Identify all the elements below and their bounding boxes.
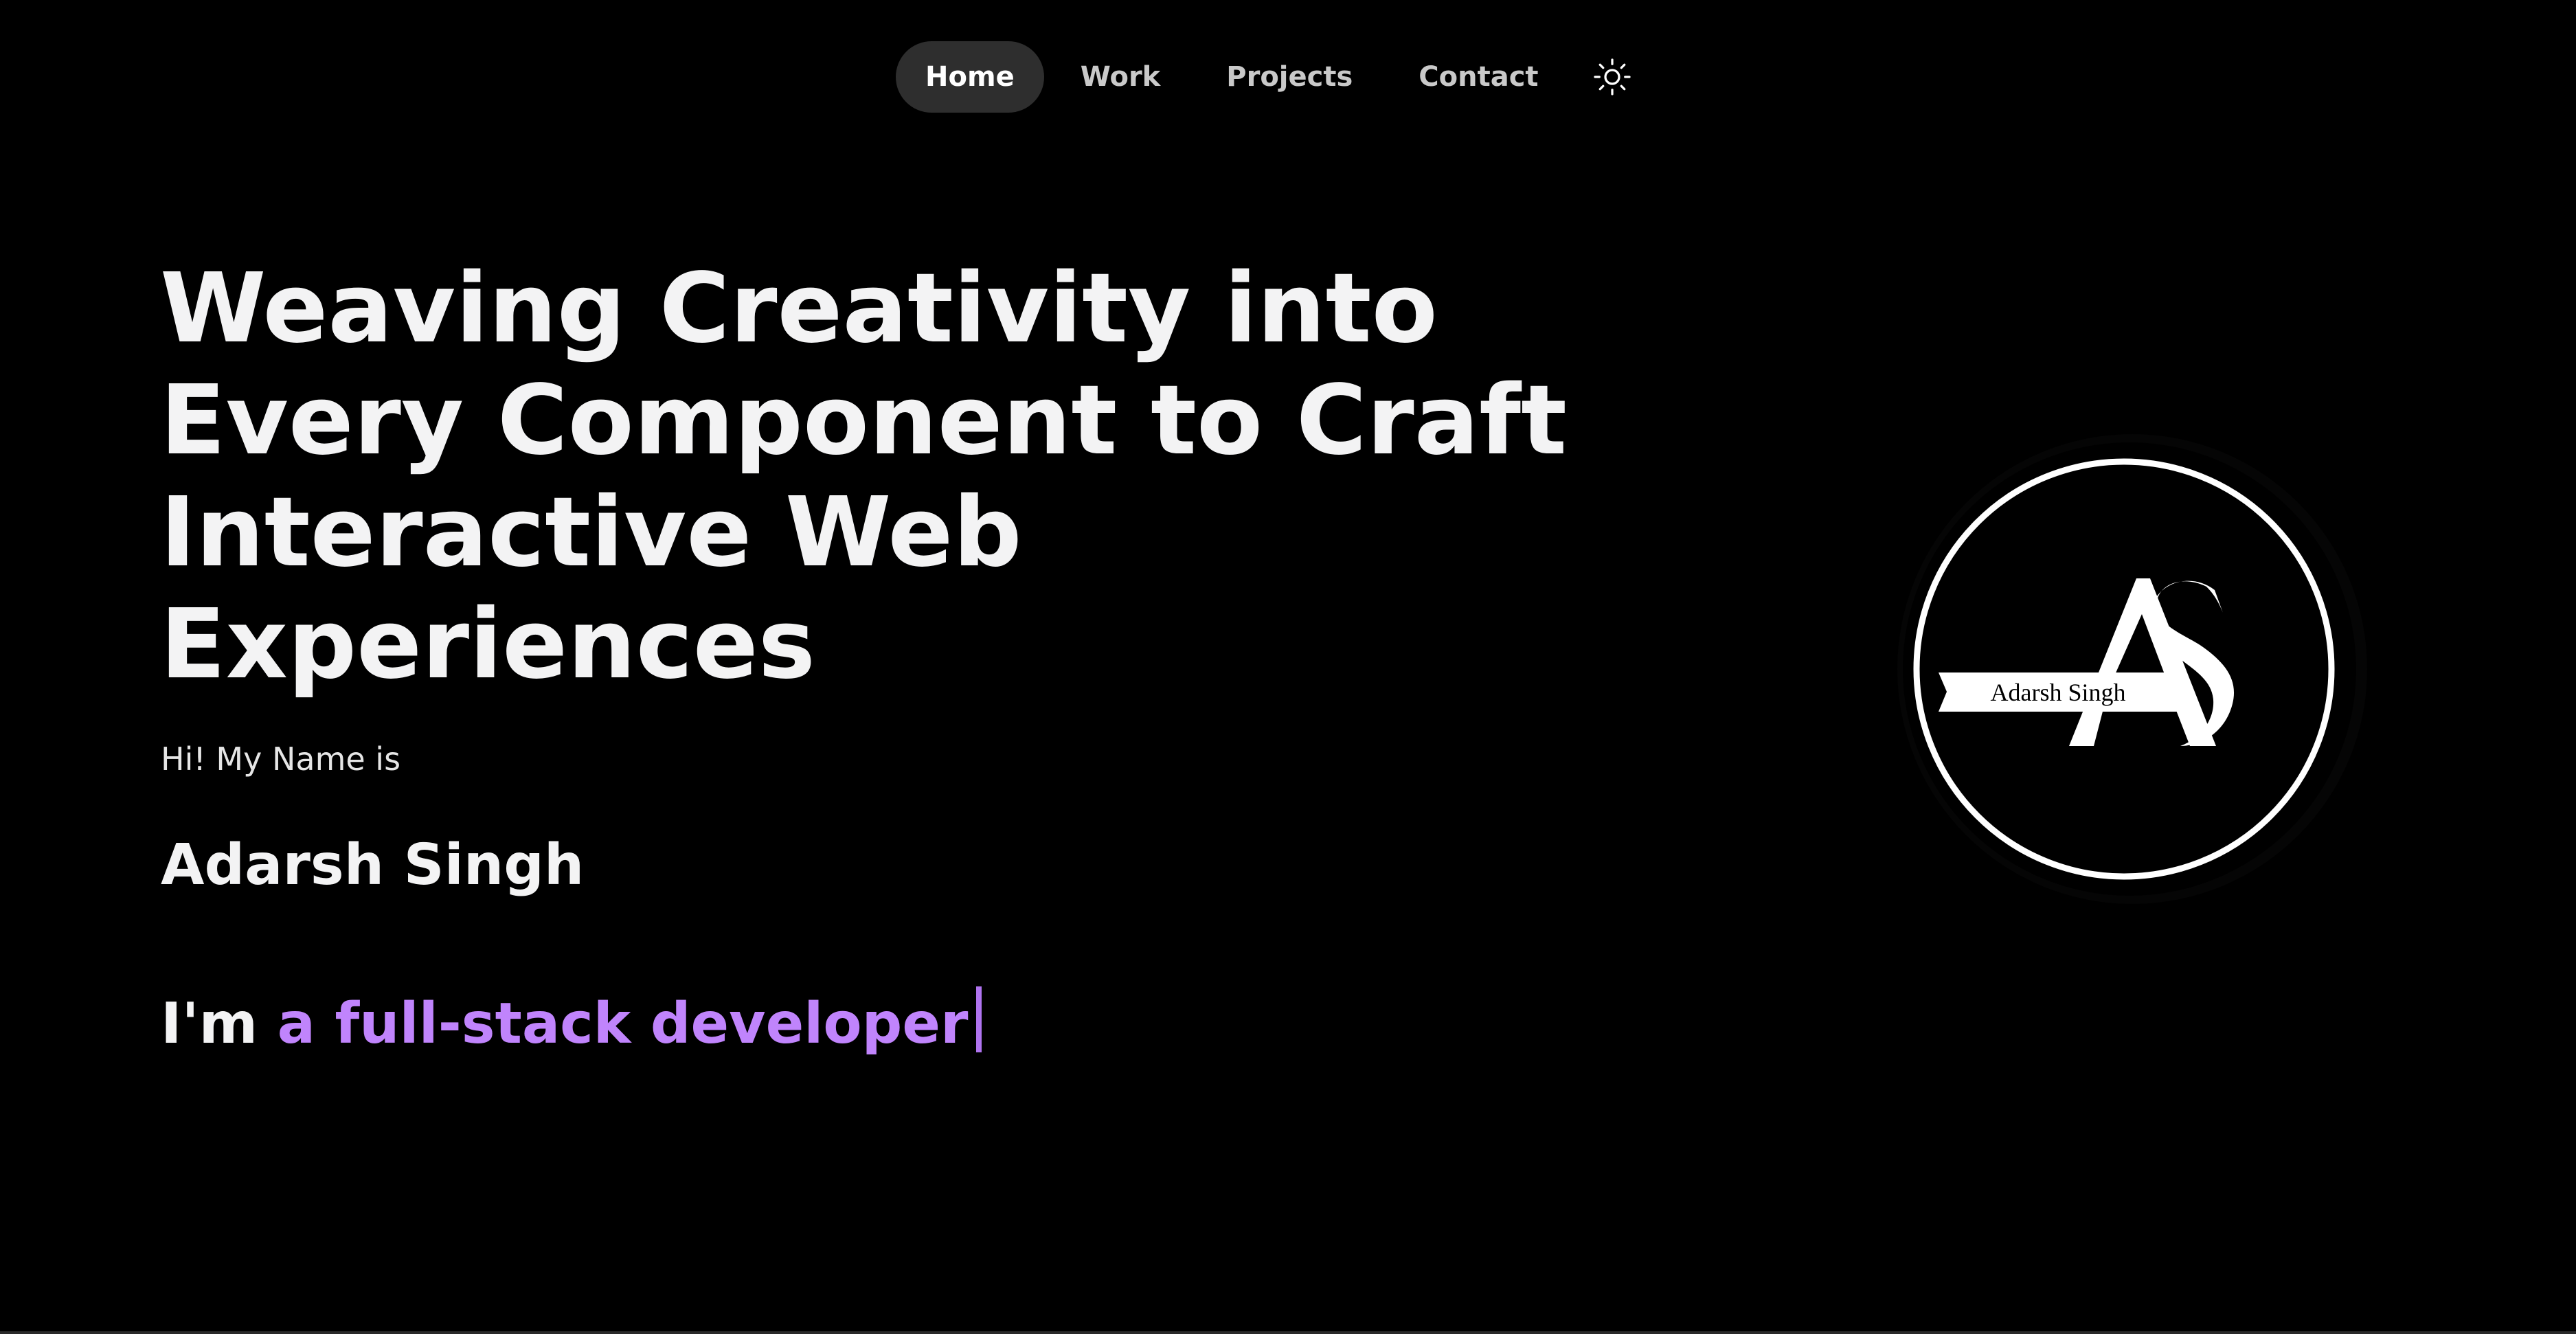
- nav-contact-link[interactable]: Contact: [1389, 41, 1568, 113]
- logo-text: Adarsh Singh: [1991, 679, 2126, 706]
- nav-projects-link[interactable]: Projects: [1197, 41, 1382, 113]
- hero-headline: Weaving Creativity into Every Component …: [160, 253, 1671, 701]
- typed-role-text: a full-stack developer: [277, 991, 969, 1056]
- role-prefix: I'm: [161, 991, 258, 1056]
- nav-home-link[interactable]: Home: [896, 41, 1044, 113]
- role-line: I'm a full-stack developer: [161, 986, 982, 1062]
- page: Home Work Projects Contact Weaving Creat…: [0, 0, 2576, 1334]
- greeting-text: Hi! My Name is: [161, 741, 401, 778]
- nav-work-link[interactable]: Work: [1051, 41, 1190, 113]
- developer-name: Adarsh Singh: [161, 833, 585, 898]
- sun-icon: [1593, 58, 1631, 95]
- theme-toggle-button[interactable]: [1577, 41, 1648, 113]
- headline-line: Weaving Creativity into: [160, 253, 1438, 365]
- typing-cursor: [976, 986, 982, 1052]
- headline-line: Every Component to Craft: [160, 365, 1567, 477]
- main-nav: Home Work Projects Contact: [896, 41, 1648, 113]
- headline-line: Interactive Web: [160, 477, 1022, 589]
- logo-emblem: Adarsh Singh: [1897, 434, 2367, 904]
- bottom-divider: [0, 1331, 2576, 1334]
- headline-line: Experiences: [160, 589, 816, 701]
